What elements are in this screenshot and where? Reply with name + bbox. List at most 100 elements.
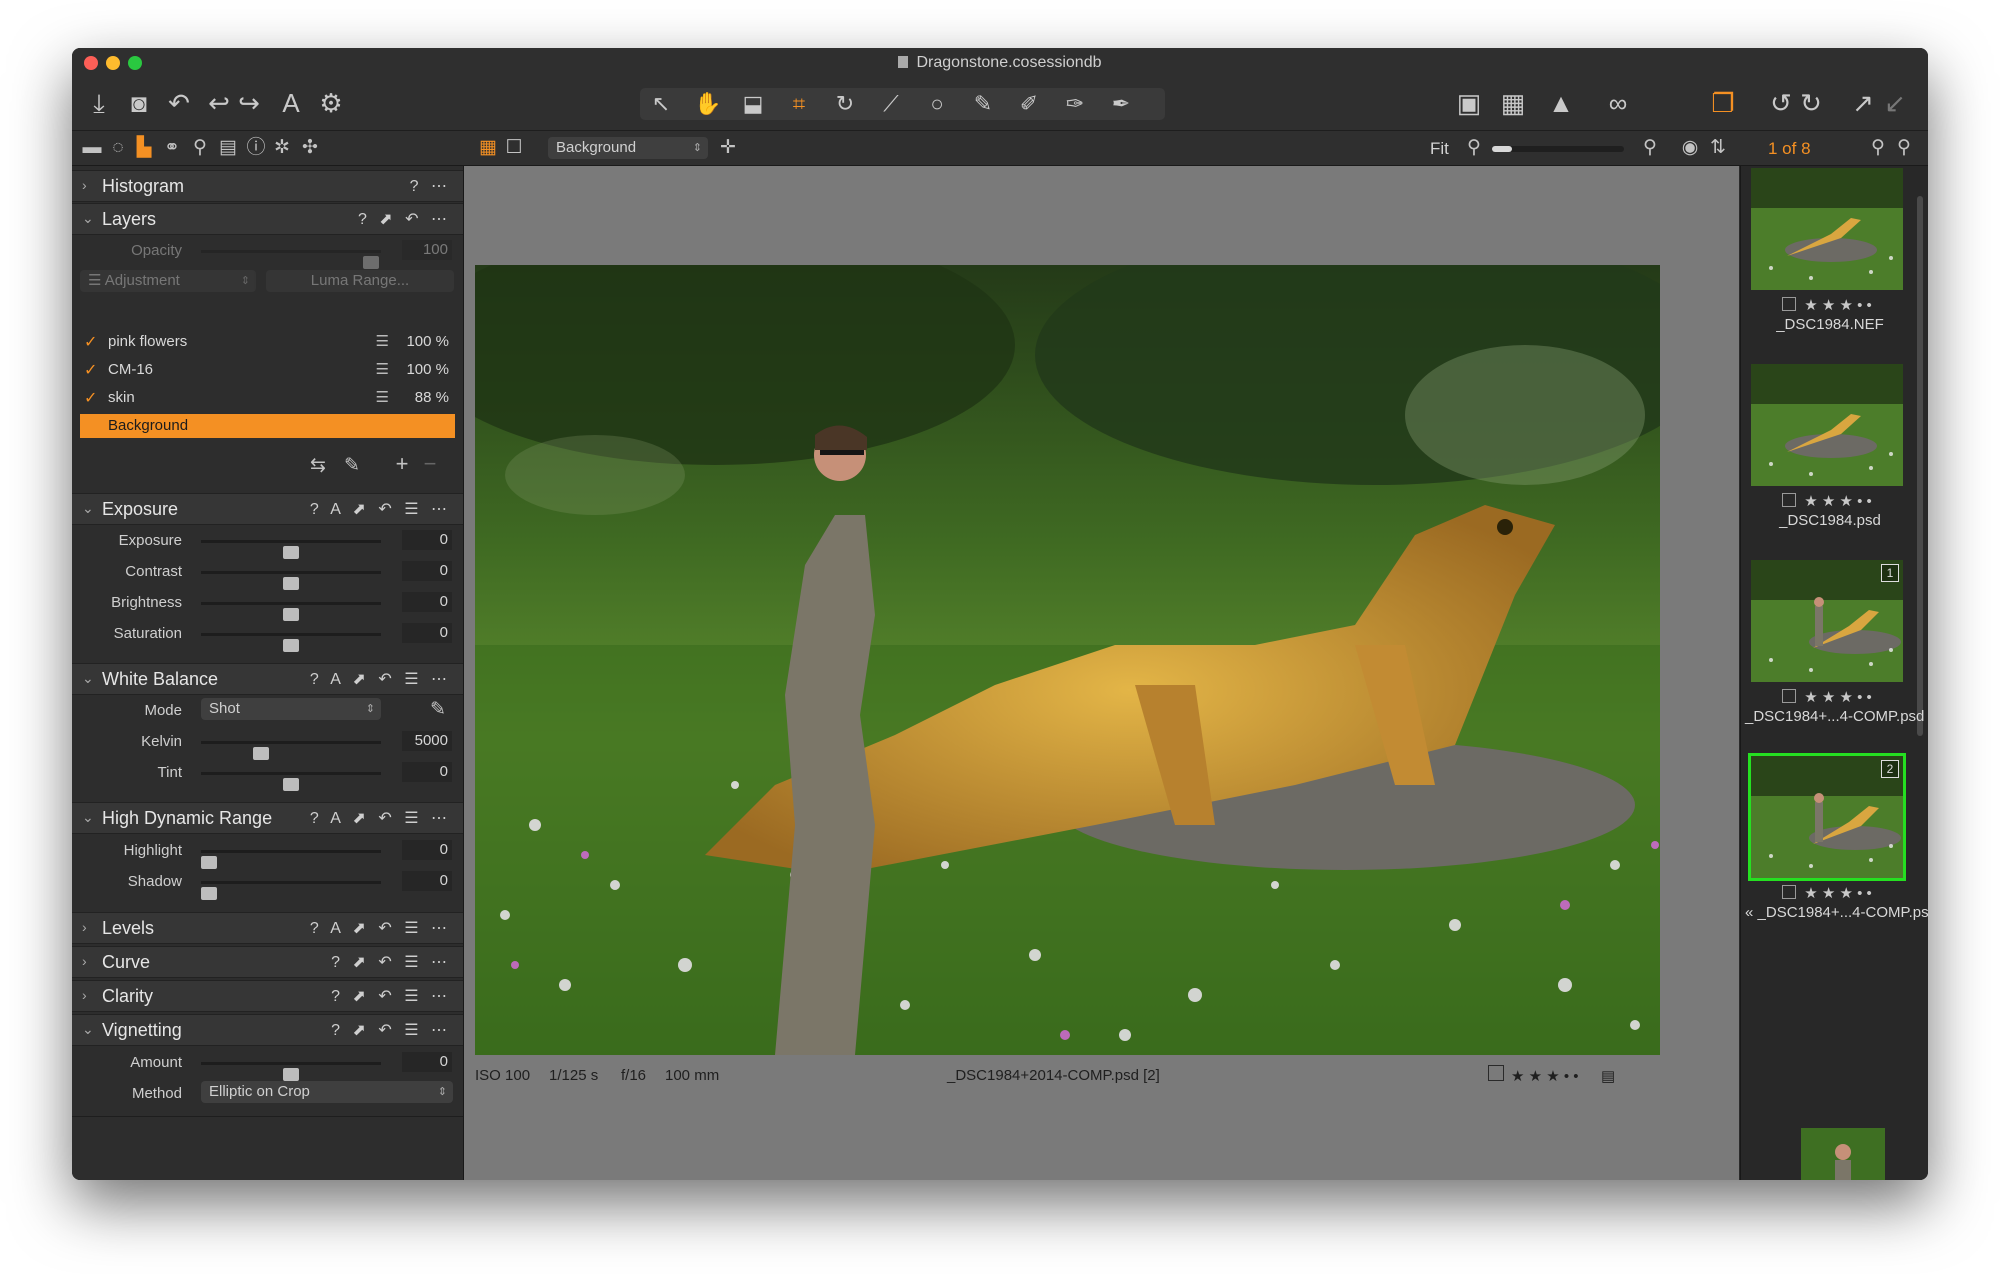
viewer-star-rating[interactable]: ★ ★ ★ • • — [1511, 1067, 1579, 1085]
layer-brush-icon[interactable]: ✎ — [342, 454, 362, 478]
opacity-knob[interactable] — [363, 256, 379, 269]
checkmark-icon[interactable]: ✓ — [84, 388, 97, 408]
slider-track[interactable] — [201, 540, 381, 559]
slider-knob[interactable] — [283, 577, 299, 590]
section-menu-icons[interactable]: ? ⬈ ↶ ☰ ⋯ — [331, 952, 451, 972]
sort-icon[interactable]: ⇅ — [1708, 136, 1728, 160]
layer-select[interactable]: Background ⇕ — [548, 137, 708, 159]
details-tab-icon[interactable]: ⚲ — [190, 136, 210, 160]
slider-track[interactable] — [201, 602, 381, 621]
luma-range-button[interactable]: Luma Range... — [266, 270, 454, 292]
browser-scrollbar[interactable] — [1917, 196, 1923, 736]
layer-item[interactable]: ✓ skin ☰ 88 % — [80, 386, 455, 410]
remove-layer-icon[interactable]: − — [420, 452, 440, 476]
library-folder-icon[interactable]: ▬ — [82, 136, 102, 160]
auto-adjust-icon[interactable]: A — [278, 88, 304, 118]
grid-view-icon[interactable]: ▦ — [478, 136, 498, 160]
brush-icon[interactable]: ✎ — [970, 89, 996, 119]
thumbnail-rating[interactable]: ★ ★ ★ • • — [1751, 884, 1903, 902]
thumbnail[interactable] — [1751, 168, 1903, 290]
histogram-header[interactable]: › Histogram ? ⋯ — [72, 170, 463, 202]
capture-icon[interactable]: ◌ — [108, 136, 128, 160]
apply-adjustments-icon[interactable]: ↙ — [1882, 88, 1908, 118]
batch-tab-icon[interactable]: ✣ — [300, 136, 320, 160]
vignette-method-select[interactable]: Elliptic on Crop ⇕ — [201, 1081, 453, 1103]
thumbnail-checkbox[interactable] — [1782, 885, 1797, 899]
section-menu-icons[interactable]: ? ⋯ — [410, 176, 451, 196]
vignetting-header[interactable]: ⌄ Vignetting ? ⬈ ↶ ☰ ⋯ — [72, 1014, 463, 1046]
viewer-color-tag-icon[interactable]: ▤ — [1601, 1067, 1615, 1085]
section-menu-icons[interactable]: ? A ⬈ ↶ ☰ ⋯ — [310, 808, 451, 828]
rotate-right-icon[interactable]: ↻ — [1798, 88, 1824, 118]
slider-value[interactable]: 0 — [402, 592, 452, 612]
picker-icon[interactable]: ✐ — [1016, 89, 1042, 119]
image-viewer[interactable]: ISO 100 1/125 s f/16 100 mm _DSC1984+201… — [464, 166, 1739, 1180]
layer-mix-icon[interactable]: ☰ — [376, 388, 389, 406]
tint-knob[interactable] — [283, 778, 299, 791]
opacity-value[interactable]: 100 — [402, 240, 452, 260]
curve-header[interactable]: › Curve ? ⬈ ↶ ☰ ⋯ — [72, 946, 463, 978]
thumbnail[interactable]: 1 — [1751, 560, 1903, 682]
tint-value[interactable]: 0 — [402, 762, 452, 782]
tint-slider[interactable] — [201, 772, 381, 791]
eraser-icon[interactable]: ✒ — [1108, 89, 1134, 119]
exposure-header[interactable]: ⌄ Exposure ? A ⬈ ↶ ☰ ⋯ — [72, 493, 463, 525]
section-menu-icons[interactable]: ? ⬈ ↶ ☰ ⋯ — [331, 986, 451, 1006]
section-menu-icons[interactable]: ? A ⬈ ↶ ☰ ⋯ — [310, 669, 451, 689]
vignette-amount-slider[interactable] — [201, 1062, 381, 1081]
swap-layers-icon[interactable]: ⇆ — [308, 454, 328, 478]
layer-item[interactable]: ✓ CM-16 ☰ 100 % — [80, 358, 455, 382]
layer-mix-icon[interactable]: ☰ — [376, 332, 389, 350]
opacity-slider[interactable] — [201, 250, 381, 269]
pan-hand-icon[interactable]: ✋ — [694, 89, 721, 119]
shadow-slider[interactable] — [201, 881, 381, 900]
eye-icon[interactable]: ◉ — [1680, 136, 1700, 160]
thumbnail-partial[interactable] — [1801, 1128, 1885, 1180]
checkmark-icon[interactable]: ✓ — [84, 332, 97, 352]
thumbnail-rating[interactable]: ★ ★ ★ • • — [1751, 688, 1903, 706]
exposure-warning-icon[interactable]: ▲ — [1548, 88, 1574, 118]
vignette-amount-value[interactable]: 0 — [402, 1052, 452, 1072]
highlight-knob[interactable] — [201, 856, 217, 869]
layer-mix-icon[interactable]: ☰ — [376, 360, 389, 378]
slider-knob[interactable] — [283, 639, 299, 652]
spot-removal-icon[interactable]: ○ — [924, 89, 950, 119]
thumbnail-stars[interactable]: ★ ★ ★ • • — [1804, 885, 1872, 902]
settings-gear-icon[interactable]: ⚙ — [318, 88, 344, 118]
slider-knob[interactable] — [283, 546, 299, 559]
main-photo[interactable] — [475, 265, 1660, 1055]
viewer-tag-checkbox[interactable] — [1488, 1065, 1504, 1081]
thumbnail-stars[interactable]: ★ ★ ★ • • — [1804, 297, 1872, 314]
reset-icon[interactable]: ↶ — [166, 88, 192, 118]
section-menu-icons[interactable]: ? ⬈ ↶ ☰ ⋯ — [331, 1020, 451, 1040]
white-balance-header[interactable]: ⌄ White Balance ? A ⬈ ↶ ☰ ⋯ — [72, 663, 463, 695]
wb-mode-select[interactable]: Shot ⇕ — [201, 698, 381, 720]
section-menu-icons[interactable]: ? A ⬈ ↶ ☰ ⋯ — [310, 918, 451, 938]
metadata-tab-icon[interactable]: ▤ — [218, 136, 238, 160]
camera-icon[interactable]: ◙ — [126, 88, 152, 118]
slider-track[interactable] — [201, 633, 381, 652]
thumbnail-rating[interactable]: ★ ★ ★ • • — [1751, 296, 1903, 314]
checkmark-icon[interactable]: ✓ — [84, 360, 97, 380]
zoom-in-icon[interactable]: ⚲ — [1640, 136, 1660, 160]
variants-icon[interactable]: ❐ — [1710, 88, 1736, 118]
adjustment-select[interactable]: ☰ Adjustment ⇕ — [80, 270, 256, 292]
slider-knob[interactable] — [283, 608, 299, 621]
grid-icon[interactable]: ▦ — [1500, 88, 1526, 118]
highlight-value[interactable]: 0 — [402, 840, 452, 860]
thumbnail-stars[interactable]: ★ ★ ★ • • — [1804, 493, 1872, 510]
kelvin-knob[interactable] — [253, 747, 269, 760]
section-menu-icons[interactable]: ? ⬈ ↶ ⋯ — [358, 209, 451, 229]
glasses-icon[interactable]: ∞ — [1598, 88, 1638, 118]
import-icon[interactable]: ⤓ — [86, 88, 112, 118]
gradient-icon[interactable]: ✑ — [1062, 89, 1088, 119]
layers-tab-icon[interactable]: ▙ — [134, 136, 154, 160]
select-arrow-icon[interactable]: ↖ — [648, 89, 674, 119]
slider-track[interactable] — [201, 571, 381, 590]
proof-icon[interactable]: ▣ — [1456, 88, 1482, 118]
add-layer-icon[interactable]: + — [392, 452, 412, 476]
info-tab-icon[interactable]: ⓘ — [246, 136, 266, 160]
thumbnail-checkbox[interactable] — [1782, 493, 1797, 507]
clarity-header[interactable]: › Clarity ? ⬈ ↶ ☰ ⋯ — [72, 980, 463, 1012]
crop-icon[interactable]: ⌗ — [786, 89, 812, 119]
